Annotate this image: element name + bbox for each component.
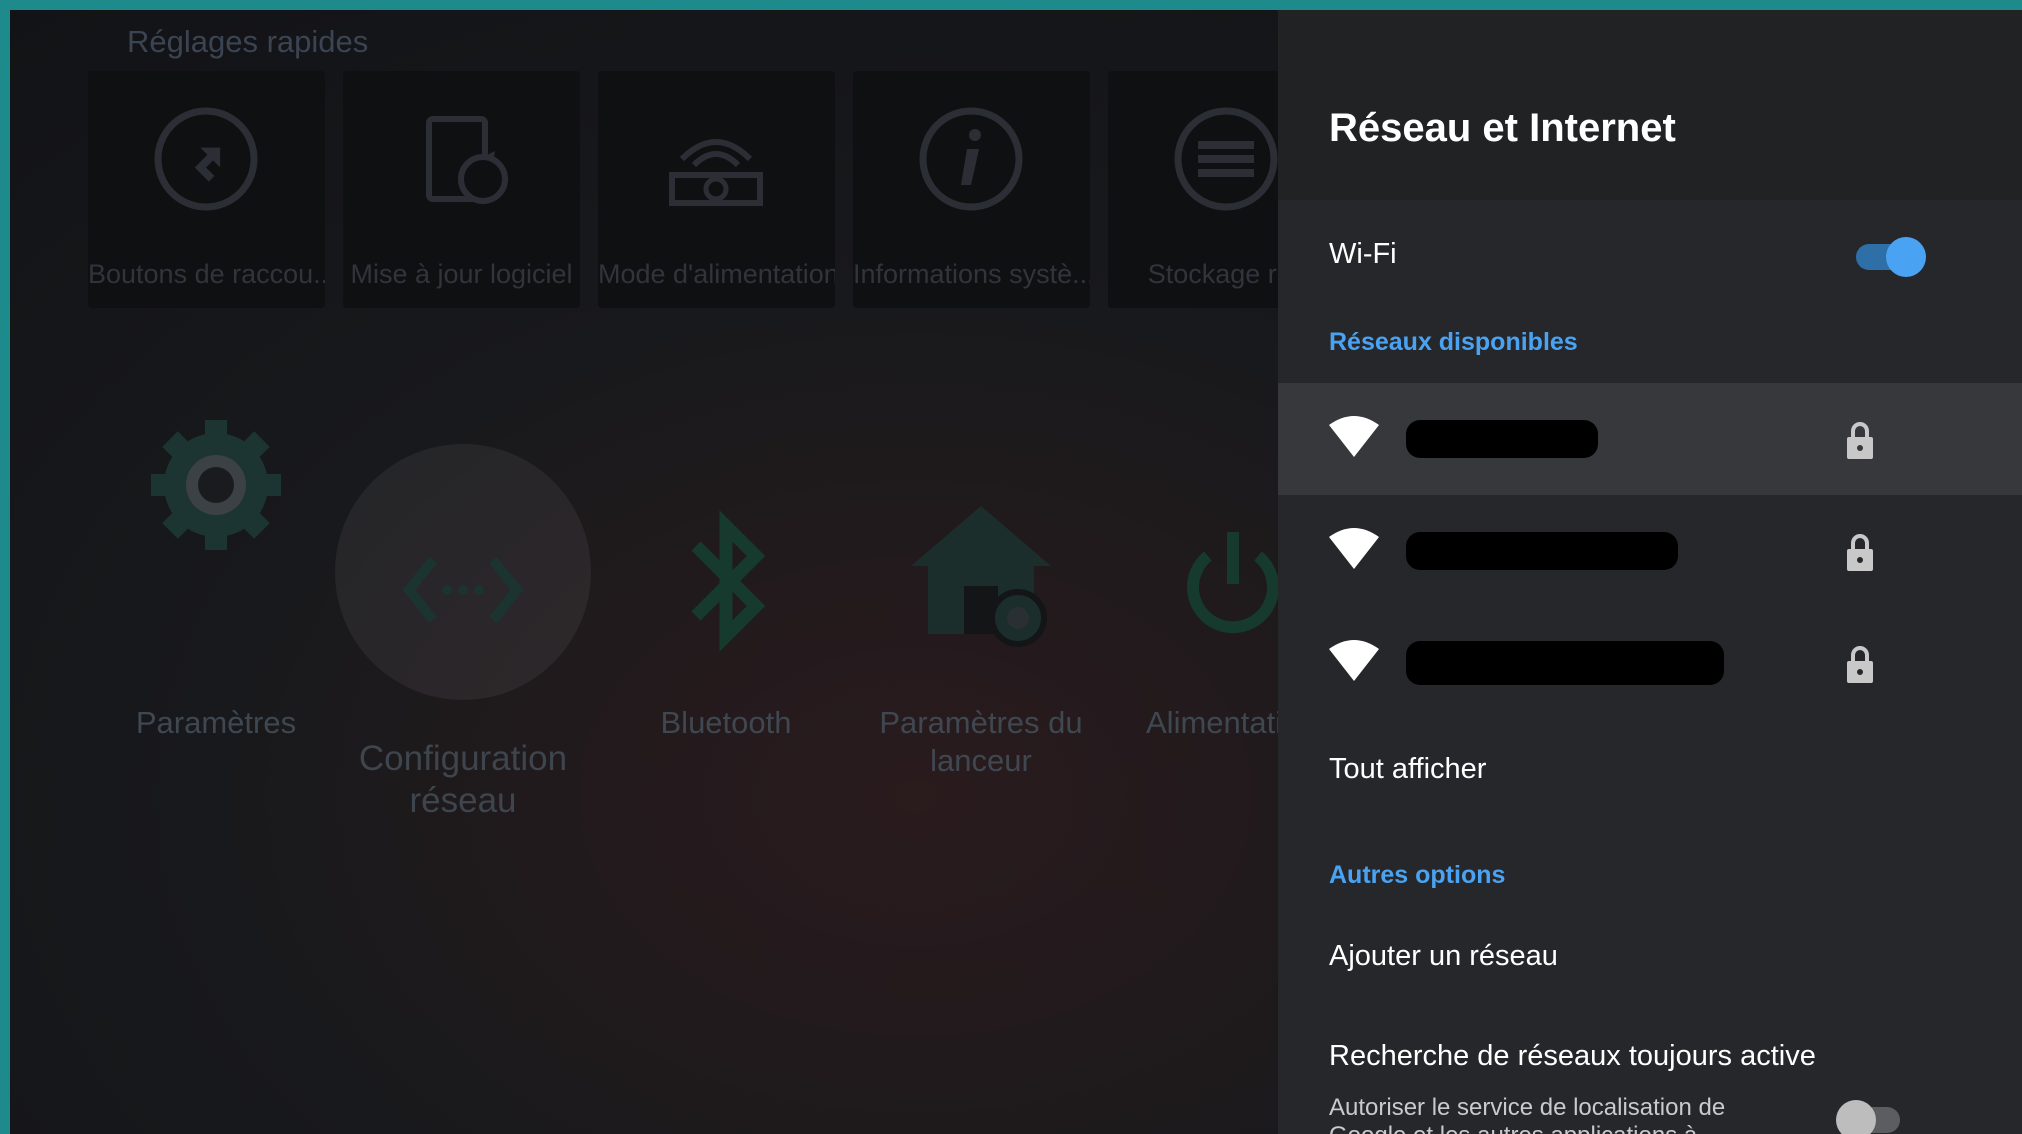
quick-tile-shortcut-buttons[interactable]: Boutons de raccou... [88,71,325,308]
lock-icon [1847,534,1873,571]
network-ssid [1406,641,1724,685]
other-options-header: Autres options [1329,861,1506,889]
always-scan-toggle-knob [1836,1100,1876,1134]
available-networks-header: Réseaux disponibles [1329,328,1578,356]
launcher-settings-icon [911,506,1051,647]
add-network-button[interactable]: Ajouter un réseau [1329,940,1558,973]
quick-tile-system-info[interactable]: Informations systè... [853,71,1090,308]
always-scan-toggle[interactable] [1836,1100,1900,1134]
software-update-icon [426,116,508,204]
launcher-background: Réglages rapides Boutons de raccou... Mi… [10,10,1280,1134]
network-item[interactable] [1278,495,2022,607]
app-label: Paramètres [135,705,297,740]
wifi-signal-icon [1329,416,1379,457]
storage-icon [1174,107,1278,211]
tile-label: Stockage rés [1147,259,1280,289]
network-config-icon [403,556,523,624]
tile-label: Boutons de raccou... [88,259,325,289]
network-item[interactable] [1278,607,2022,719]
page-title: Réseau et Internet [1329,106,1676,150]
network-settings-panel: Réseau et Internet Wi-Fi Réseaux disponi… [1278,10,2022,1134]
wifi-signal-icon [1329,528,1379,569]
wifi-label: Wi-Fi [1329,238,1397,270]
network-ssid [1406,420,1598,458]
quick-tile-power-mode[interactable]: Mode d'alimentation [598,71,835,308]
info-icon [919,107,1023,211]
tile-label: Mode d'alimentation [598,259,835,289]
lock-icon [1847,422,1873,459]
quick-settings-title: Réglages rapides [127,24,369,59]
network-ssid [1406,532,1678,570]
wifi-toggle-knob [1886,237,1926,277]
tv-screen: Réglages rapides Boutons de raccou... Mi… [10,10,2022,1134]
app-label: Alimentati [1146,705,1280,740]
bluetooth-icon [691,510,766,652]
show-all-button[interactable]: Tout afficher [1329,753,1486,786]
tile-label: Mise à jour logiciel [350,259,573,289]
quick-tile-storage[interactable]: Stockage rés [1108,71,1280,308]
app-label: Paramètres du lanceur [879,705,1083,778]
wifi-toggle-row[interactable]: Wi-Fi [1278,200,2022,312]
power-icon [1187,532,1279,634]
app-power[interactable]: Alimentati [1108,450,1280,750]
app-label: Bluetooth [660,705,792,740]
always-scan-description: Autoriser le service de localisation de … [1329,1094,1726,1134]
shortcut-arrow-icon [154,107,258,211]
always-scan-title: Recherche de réseaux toujours active [1329,1040,1816,1072]
network-item[interactable] [1278,383,2022,495]
app-label: Configuration réseau [358,739,568,820]
quick-tile-software-update[interactable]: Mise à jour logiciel [343,71,580,308]
tile-label: Informations systè... [853,259,1090,289]
wifi-signal-icon [1329,640,1379,681]
panel-header: Réseau et Internet [1278,10,2022,200]
settings-gear-icon [151,420,281,550]
power-mode-icon [669,139,763,206]
wifi-toggle[interactable] [1856,237,1926,277]
lock-icon [1847,646,1873,683]
